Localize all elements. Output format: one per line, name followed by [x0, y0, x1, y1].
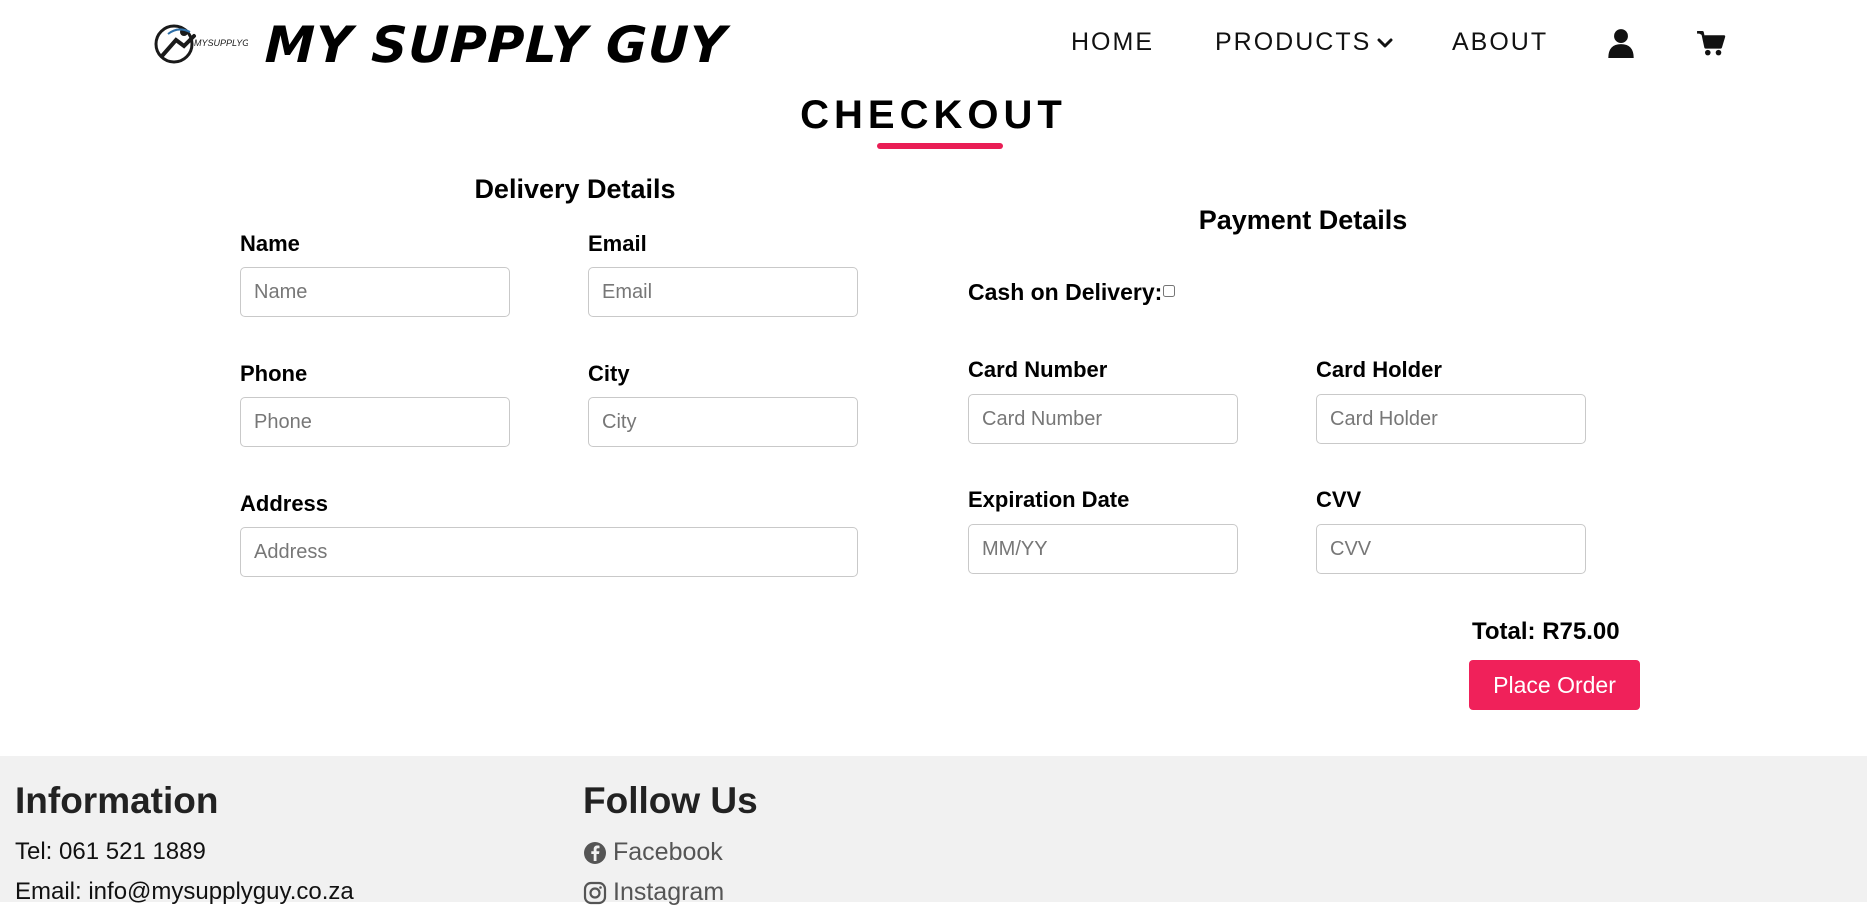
name-input[interactable]: [240, 267, 510, 317]
svg-text:MYSUPPLYGUY: MYSUPPLYGUY: [194, 38, 248, 48]
page-title: CHECKOUT: [800, 93, 1067, 137]
instagram-label: Instagram: [613, 878, 725, 906]
cash-on-delivery-checkbox[interactable]: [1163, 285, 1175, 297]
cart-icon[interactable]: [1696, 28, 1726, 58]
expiration-date-input[interactable]: [968, 524, 1238, 574]
nav-about[interactable]: ABOUT: [1452, 28, 1548, 57]
user-icon[interactable]: [1607, 28, 1635, 58]
city-label: City: [588, 361, 630, 386]
runner-logo-icon: MYSUPPLYGUY: [154, 24, 248, 64]
card-holder-label: Card Holder: [1316, 357, 1442, 382]
delivery-details-title: Delivery Details: [474, 174, 676, 204]
payment-details-title: Payment Details: [1198, 205, 1408, 235]
facebook-link[interactable]: Facebook: [583, 838, 723, 867]
nav-products-label: PRODUCTS: [1215, 28, 1372, 56]
nav-home[interactable]: HOME: [1071, 28, 1154, 57]
site-header: MYSUPPLYGUY MY SUPPLY GUY HOME PRODUCTS …: [0, 0, 1867, 90]
information-heading: Information: [15, 780, 219, 821]
phone-input[interactable]: [240, 397, 510, 447]
place-order-button[interactable]: Place Order: [1469, 660, 1640, 710]
address-input[interactable]: [240, 527, 858, 577]
email-input[interactable]: [588, 267, 858, 317]
cvv-input[interactable]: [1316, 524, 1586, 574]
phone-label: Phone: [240, 361, 308, 386]
chevron-down-icon: [1377, 38, 1393, 47]
order-total: Total: R75.00: [1472, 618, 1620, 645]
title-underline: [877, 143, 1003, 149]
city-input[interactable]: [588, 397, 858, 447]
footer-tel: Tel: 061 521 1889: [15, 838, 206, 865]
cvv-label: CVV: [1316, 487, 1362, 512]
expiration-date-label: Expiration Date: [968, 487, 1130, 512]
instagram-icon: [583, 881, 607, 904]
site-footer: Information Tel: 061 521 1889 Email: inf…: [0, 756, 1867, 906]
name-label: Name: [240, 231, 300, 256]
card-number-input[interactable]: [968, 394, 1238, 444]
nav-products[interactable]: PRODUCTS: [1215, 28, 1393, 57]
facebook-label: Facebook: [613, 838, 723, 866]
cash-on-delivery-label: Cash on Delivery:: [968, 279, 1163, 305]
card-number-label: Card Number: [968, 357, 1108, 382]
email-label: Email: [588, 231, 647, 256]
brand-logo[interactable]: MYSUPPLYGUY: [154, 22, 248, 68]
address-label: Address: [240, 491, 329, 516]
facebook-icon: [584, 841, 606, 864]
instagram-link[interactable]: Instagram: [583, 878, 724, 907]
card-holder-input[interactable]: [1316, 394, 1586, 444]
follow-us-heading: Follow Us: [583, 780, 758, 821]
brand-name[interactable]: MY SUPPLY GUY: [264, 16, 728, 74]
